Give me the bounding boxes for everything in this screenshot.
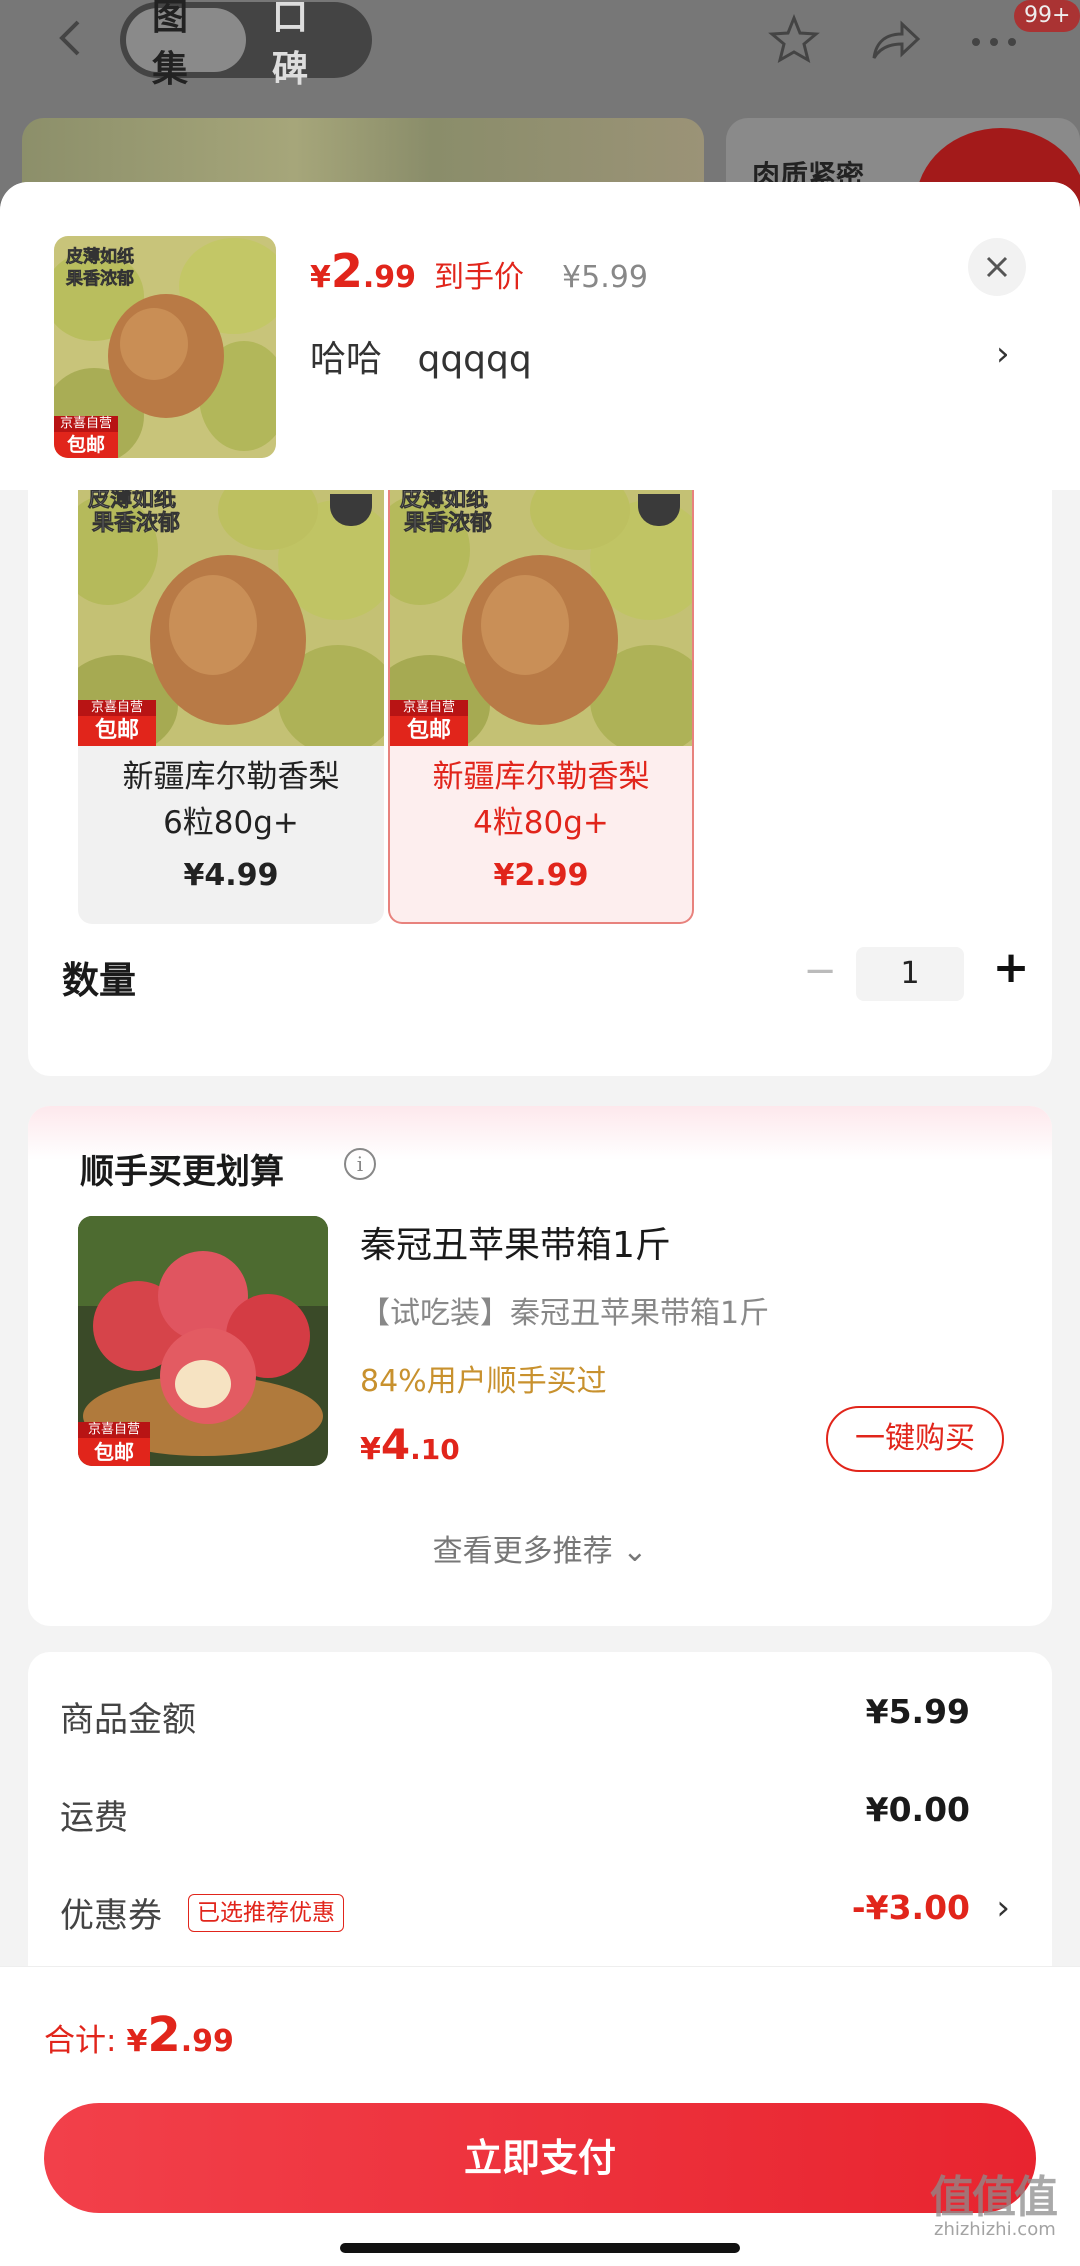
tab-gallery[interactable]: 图集 xyxy=(126,0,246,90)
recommend-item-sub: 【试吃装】秦冠丑苹果带箱1斤 xyxy=(360,1296,770,1331)
thumb-text-2: 果香浓郁 xyxy=(66,268,134,289)
summary-row-shipping: 运费 ¥0.00 xyxy=(60,1790,970,1838)
star-icon[interactable] xyxy=(766,12,822,68)
variant-price: ¥4.99 xyxy=(183,858,279,893)
close-icon xyxy=(986,256,1008,278)
tab-reviews[interactable]: 口碑 xyxy=(246,0,366,90)
price-currency: ¥ xyxy=(310,260,331,295)
quantity-label: 数量 xyxy=(62,959,136,1002)
see-more-recommend-link[interactable]: 查看更多推荐 ⌄ xyxy=(28,1526,1052,1570)
price-tag: 到手价 xyxy=(434,260,525,295)
selected-spec-2: qqqqq xyxy=(417,339,532,380)
chevron-right-icon[interactable]: › xyxy=(996,334,1010,374)
variant-image: 皮薄如纸 果香浓郁 京喜自营 包邮 xyxy=(78,490,384,746)
variant-image: 皮薄如纸 果香浓郁 京喜自营 包邮 xyxy=(390,490,692,746)
recommend-item-stat: 84%用户顺手买过 xyxy=(360,1364,607,1399)
apple-image: 京喜自营 包邮 xyxy=(78,1216,328,1466)
variant-option-2[interactable]: 皮薄如纸 果香浓郁 京喜自营 包邮 新疆库尔勒香梨 4粒80g+ ¥2.99 xyxy=(388,490,694,924)
variant-price: ¥2.99 xyxy=(493,858,589,893)
coupon-value: -¥3.00 xyxy=(851,1888,970,1927)
selected-spec[interactable]: 哈哈 qqqqq xyxy=(310,330,556,382)
message-badge: 99+ xyxy=(1014,0,1080,32)
store-label: 京喜自营 包邮 xyxy=(78,1422,150,1466)
watermark-logo: 值值值 xyxy=(930,2172,1058,2223)
quantity-decrease-button[interactable]: − xyxy=(800,948,840,996)
variant-name: 新疆库尔勒香梨 6粒80g+ xyxy=(122,759,340,841)
quantity-increase-button[interactable]: + xyxy=(986,942,1036,998)
store-label: 京喜自营 包邮 xyxy=(54,416,118,458)
info-icon[interactable]: i xyxy=(344,1148,376,1180)
quantity-input[interactable]: 1 xyxy=(856,947,964,1001)
svg-text:果香浓郁: 果香浓郁 xyxy=(404,510,492,536)
selected-spec-1: 哈哈 xyxy=(310,339,383,380)
back-icon[interactable] xyxy=(52,18,92,58)
original-price: ¥5.99 xyxy=(562,260,648,295)
variant-option-1[interactable]: 皮薄如纸 果香浓郁 京喜自营 包邮 新疆库尔勒香梨 6粒80g+ ¥4.99 xyxy=(78,490,384,924)
variant-card: 皮薄如纸 果香浓郁 京喜自营 包邮 新疆库尔勒香梨 6粒80g+ ¥4.99 皮… xyxy=(28,490,1052,1076)
price-row: ¥ 2 .99 到手价 ¥5.99 xyxy=(310,244,648,298)
store-label: 京喜自营 包邮 xyxy=(390,700,468,746)
recommend-price: ¥ 4 .10 xyxy=(360,1420,460,1469)
share-icon[interactable] xyxy=(866,12,922,68)
close-button[interactable] xyxy=(968,238,1026,296)
gallery-tabs: 图集 口碑 xyxy=(120,0,372,90)
watermark-url: zhizhizhi.com xyxy=(934,2219,1056,2240)
svg-text:果香浓郁: 果香浓郁 xyxy=(92,510,180,536)
summary-row-goods: 商品金额 ¥5.99 xyxy=(60,1692,970,1740)
recommend-item-name[interactable]: 秦冠丑苹果带箱1斤 xyxy=(360,1216,671,1268)
more-icon[interactable] xyxy=(966,12,1022,68)
total-price: 合计: ¥ 2 .99 xyxy=(44,2007,234,2063)
chevron-right-icon[interactable]: › xyxy=(996,1888,1010,1928)
thumb-text-1: 皮薄如纸 xyxy=(66,246,134,267)
svg-text:皮薄如纸: 皮薄如纸 xyxy=(88,490,176,512)
variant-name: 新疆库尔勒香梨 4粒80g+ xyxy=(432,759,650,841)
one-click-buy-button[interactable]: 一键购买 xyxy=(826,1406,1004,1472)
home-indicator xyxy=(340,2243,740,2253)
sheet-header: 皮薄如纸 果香浓郁 京喜自营 包邮 ¥ 2 .99 到手价 ¥5.99 哈哈 q… xyxy=(0,182,1080,490)
price-integer: 2 xyxy=(330,244,363,298)
pay-now-button[interactable]: 立即支付 xyxy=(44,2103,1036,2213)
summary-row-coupon[interactable]: 优惠券 已选推荐优惠 -¥3.00 › xyxy=(60,1888,1020,1948)
checkout-footer: 合计: ¥ 2 .99 立即支付 值值值 zhizhizhi.com xyxy=(0,1966,1080,2266)
recommend-card: 顺手买更划算 i 京喜自营 包邮 秦冠丑苹果带箱1斤 【试吃装】秦冠丑苹果带箱1… xyxy=(28,1106,1052,1626)
recommend-title: 顺手买更划算 xyxy=(80,1152,284,1192)
product-thumbnail: 皮薄如纸 果香浓郁 京喜自营 包邮 xyxy=(54,236,276,458)
store-label: 京喜自营 包邮 xyxy=(78,700,156,746)
price-decimal: .99 xyxy=(362,260,417,295)
purchase-sheet: 皮薄如纸 果香浓郁 京喜自营 包邮 ¥ 2 .99 到手价 ¥5.99 哈哈 q… xyxy=(0,182,1080,2266)
svg-text:皮薄如纸: 皮薄如纸 xyxy=(400,490,488,512)
coupon-tag: 已选推荐优惠 xyxy=(188,1894,344,1932)
